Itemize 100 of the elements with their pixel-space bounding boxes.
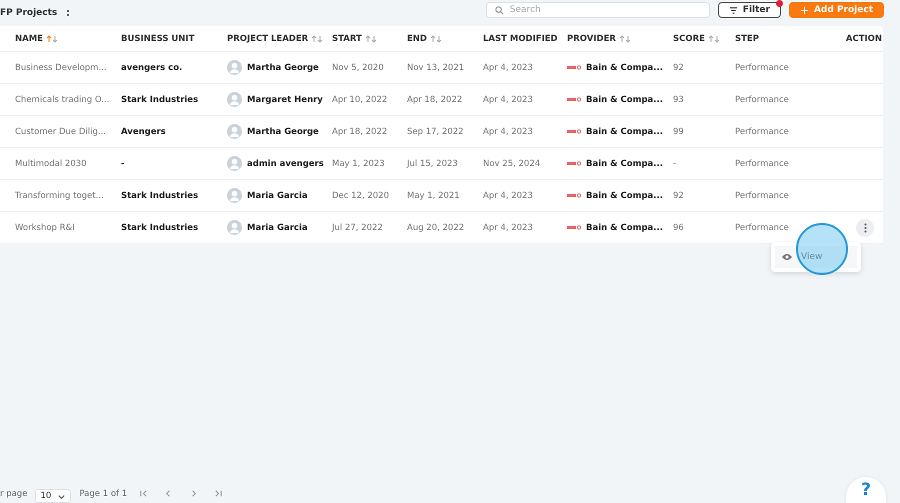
sort-arrows-icon[interactable]: [430, 34, 442, 42]
score-cell-text: 92: [673, 62, 685, 72]
avatar-icon: [227, 220, 242, 235]
score-cell-text: 92: [673, 190, 685, 200]
provider-cell: Bain & Compa...: [567, 190, 673, 200]
column-header[interactable]: SCORE: [673, 34, 735, 44]
provider-cell: Bain & Compa...: [567, 222, 673, 232]
leader-cell: Margaret Henry: [227, 92, 332, 107]
column-header: STEP: [735, 34, 760, 44]
table-row[interactable]: Multimodal 2030 - admin avengers May 1, 2023 Jul 15, 2023 Nov 25, 2024 Bain & Compa... - Performance: [0, 148, 883, 180]
avatar-icon: [227, 156, 242, 171]
plus-icon: [800, 6, 809, 14]
logo-icon: [567, 161, 581, 166]
name-cell-text: Business Developm...: [15, 62, 108, 72]
business-unit-cell-text: Stark Industries: [121, 190, 200, 200]
name-cell-text: Customer Due Dilig...: [15, 126, 107, 136]
step-cell-text: Performance: [735, 126, 790, 136]
column-header: LAST MODIFIED: [483, 34, 559, 44]
name-cell-text: Transforming toget...: [15, 190, 105, 200]
table-row[interactable]: Transforming toget... Stark Industries Maria Garcia Dec 12, 2020 May 1, 2021 Apr 4, 2023 Bain & Compa... 92 Performance: [0, 180, 883, 212]
first-page-icon: [139, 489, 148, 498]
score-cell-text: 99: [673, 126, 685, 136]
column-header: BUSINESS UNIT: [121, 34, 196, 44]
start-cell-text: Apr 18, 2022: [332, 126, 388, 136]
leader-cell: Maria Garcia: [227, 220, 332, 235]
end-cell-text: Apr 18, 2022: [407, 94, 464, 104]
leader-cell: Martha George: [227, 124, 332, 139]
filter-icon: [728, 6, 738, 14]
last-page-icon: [214, 489, 224, 498]
provider-cell: Bain & Compa...: [567, 94, 673, 104]
name-cell-text: Workshop R&I: [15, 222, 76, 232]
column-header[interactable]: NAME: [15, 34, 121, 44]
end-cell-text: May 1, 2021: [407, 190, 461, 200]
step-cell-text: Performance: [735, 190, 790, 200]
avatar-icon: [227, 60, 242, 75]
column-header: ACTION: [846, 34, 883, 44]
click-indicator: [796, 223, 848, 275]
last-modified-cell-text: Apr 4, 2023: [483, 222, 534, 232]
provider-cell: Bain & Compa...: [567, 126, 673, 136]
sort-arrows-icon[interactable]: [708, 34, 720, 42]
sort-arrows-icon[interactable]: [46, 34, 58, 42]
search-icon: [494, 6, 504, 14]
logo-icon: [567, 65, 581, 70]
table-row[interactable]: Customer Due Dilig... Avengers Martha George Apr 18, 2022 Sep 17, 2022 Apr 4, 2023 Bain & Compa... 99 Performance: [0, 116, 883, 148]
last-modified-cell-text: Nov 25, 2024: [483, 158, 542, 168]
last-modified-cell-text: Apr 4, 2023: [483, 94, 534, 104]
start-cell-text: Dec 12, 2020: [332, 190, 390, 200]
last-modified-cell-text: Apr 4, 2023: [483, 190, 534, 200]
end-cell-text: Aug 20, 2022: [407, 222, 466, 232]
column-header[interactable]: PROVIDER: [567, 34, 673, 44]
logo-icon: [567, 97, 581, 102]
kebab-icon: [864, 222, 866, 232]
column-header[interactable]: END: [407, 34, 483, 44]
leader-cell: Martha George: [227, 60, 332, 75]
last-modified-cell-text: Apr 4, 2023: [483, 62, 534, 72]
provider-cell: Bain & Compa...: [567, 62, 673, 72]
business-unit-cell-text: Stark Industries: [121, 222, 200, 232]
leader-cell: Maria Garcia: [227, 188, 332, 203]
business-unit-cell-text: Avengers: [121, 126, 167, 136]
business-unit-cell-text: Stark Industries: [121, 94, 200, 104]
business-unit-cell-text: avengers co.: [121, 62, 184, 72]
sort-arrows-icon[interactable]: [364, 34, 377, 42]
filter-button[interactable]: Filter: [718, 2, 781, 18]
sort-arrows-icon[interactable]: [311, 34, 324, 42]
start-cell-text: May 1, 2023: [332, 158, 386, 168]
table-row[interactable]: Chemicals trading O... Stark Industries Margaret Henry Apr 10, 2022 Apr 18, 2022 Apr 4, 2023 Bain & Compa... 93 Performance: [0, 84, 883, 116]
business-unit-cell-text: -: [121, 158, 126, 168]
column-header[interactable]: START: [332, 34, 407, 44]
start-cell-text: Nov 5, 2020: [332, 62, 385, 72]
score-cell-text: 93: [673, 94, 685, 104]
end-cell-text: Nov 13, 2021: [407, 62, 466, 72]
step-cell-text: Performance: [735, 94, 790, 104]
step-cell-text: Performance: [735, 62, 790, 72]
logo-icon: [567, 129, 581, 134]
logo-icon: [567, 225, 581, 230]
last-modified-cell-text: Apr 4, 2023: [483, 126, 534, 136]
start-cell-text: Jul 27, 2022: [332, 222, 384, 232]
page-info: Page 1 of 1: [79, 489, 128, 499]
table-row[interactable]: Business Developm... avengers co. Martha George Nov 5, 2020 Nov 13, 2021 Apr 4, 2023 Bain & Compa... 92 Performance: [0, 52, 883, 84]
column-header[interactable]: PROJECT LEADER: [227, 34, 332, 44]
end-cell-text: Sep 17, 2022: [407, 126, 465, 136]
avatar-icon: [227, 188, 242, 203]
logo-icon: [567, 193, 581, 198]
avatar-icon: [227, 92, 242, 107]
page-title: FP Projects: [0, 8, 58, 18]
more-icon[interactable]: [65, 8, 72, 18]
more-options-button[interactable]: [856, 218, 874, 236]
per-page-label: r page: [0, 489, 28, 499]
start-cell-text: Apr 10, 2022: [332, 94, 388, 104]
eye-icon: [781, 253, 793, 261]
name-cell-text: Multimodal 2030: [15, 158, 88, 168]
score-cell-text: 96: [673, 222, 685, 232]
leader-cell: admin avengers: [227, 156, 332, 171]
per-page-select[interactable]: 10: [35, 489, 72, 503]
avatar-icon: [227, 124, 242, 139]
step-cell-text: Performance: [735, 158, 790, 168]
help-button[interactable]: ?: [846, 477, 886, 503]
score-cell-text: -: [673, 158, 678, 168]
name-cell-text: Chemicals trading O...: [15, 94, 110, 104]
sort-arrows-icon[interactable]: [618, 34, 631, 42]
